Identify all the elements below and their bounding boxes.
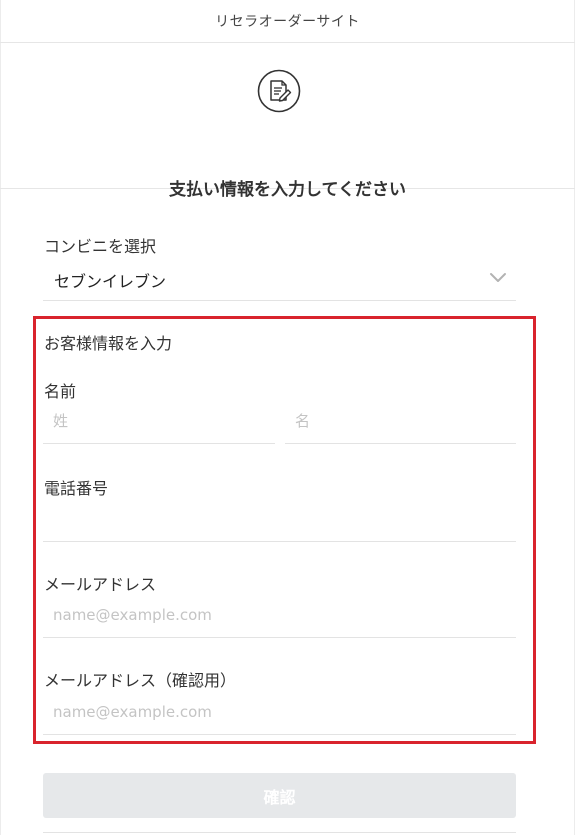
name-label: 名前 xyxy=(44,382,77,401)
last-name-underline xyxy=(43,443,275,444)
page-title: 支払い情報を入力してください xyxy=(169,180,406,200)
confirm-button[interactable]: 確認 xyxy=(43,773,516,818)
email-confirm-input[interactable] xyxy=(43,694,516,730)
site-header: リセラオーダーサイト xyxy=(0,0,575,43)
email-input[interactable] xyxy=(43,597,516,633)
email-confirm-label: メールアドレス（確認用） xyxy=(44,671,237,690)
store-select-label: コンビニを選択 xyxy=(44,237,157,256)
document-edit-icon xyxy=(257,69,301,113)
chevron-down-icon xyxy=(490,273,506,282)
phone-underline xyxy=(43,541,516,542)
last-name-input[interactable] xyxy=(43,403,275,439)
footer-divider xyxy=(43,832,516,833)
hero-section: 支払い情報を入力してください xyxy=(0,43,575,200)
first-name-input[interactable] xyxy=(285,403,516,439)
phone-input[interactable] xyxy=(43,502,516,538)
phone-label: 電話番号 xyxy=(44,479,109,498)
store-select-underline xyxy=(43,300,516,301)
site-title: リセラオーダーサイト xyxy=(215,14,360,30)
email-underline xyxy=(43,637,516,638)
email-label: メールアドレス xyxy=(44,575,157,594)
customer-section-label: お客様情報を入力 xyxy=(44,334,173,353)
store-select-value: セブンイレブン xyxy=(54,272,167,291)
email-confirm-underline xyxy=(43,734,516,735)
first-name-underline xyxy=(285,443,516,444)
